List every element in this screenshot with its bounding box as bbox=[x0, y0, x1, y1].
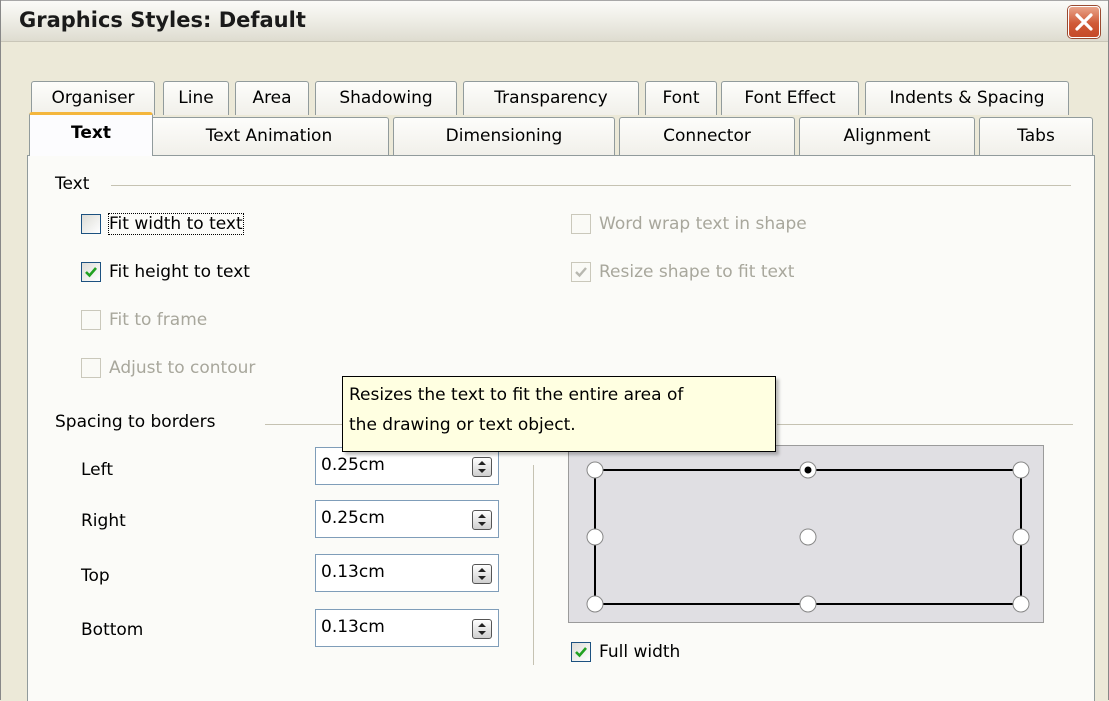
bottom-label: Bottom bbox=[81, 620, 144, 640]
tab-dimensioning[interactable]: Dimensioning bbox=[393, 117, 615, 155]
group-divider bbox=[111, 185, 1071, 186]
fit-height-checkbox[interactable]: Fit height to text bbox=[81, 259, 250, 285]
tab-label: Alignment bbox=[843, 126, 931, 146]
tab-transparency[interactable]: Transparency bbox=[463, 81, 639, 115]
spin-buttons[interactable] bbox=[472, 457, 492, 477]
check-icon bbox=[85, 267, 97, 278]
top-value: 0.13cm bbox=[321, 562, 385, 582]
right-spin-field[interactable]: 0.25cm bbox=[315, 500, 499, 538]
checkbox-box[interactable] bbox=[81, 214, 101, 234]
checkbox-box[interactable] bbox=[81, 310, 101, 330]
left-label: Left bbox=[81, 460, 113, 480]
spacing-group-label: Spacing to borders bbox=[55, 412, 216, 432]
tab-label: Connector bbox=[663, 126, 751, 146]
adjust-contour-checkbox[interactable]: Adjust to contour bbox=[81, 355, 255, 381]
left-value: 0.25cm bbox=[321, 455, 385, 475]
full-width-checkbox[interactable]: Full width bbox=[571, 639, 680, 665]
text-anchor-control[interactable] bbox=[568, 445, 1044, 623]
check-icon bbox=[575, 267, 587, 278]
vertical-separator bbox=[533, 465, 534, 665]
right-label: Right bbox=[81, 511, 126, 531]
word-wrap-label: Word wrap text in shape bbox=[599, 214, 807, 234]
tab-tabs[interactable]: Tabs bbox=[979, 117, 1093, 155]
fit-frame-checkbox[interactable]: Fit to frame bbox=[81, 307, 207, 333]
check-icon bbox=[575, 647, 587, 658]
spin-arrows-icon bbox=[478, 623, 486, 635]
spin-arrows-icon bbox=[478, 514, 486, 526]
tab-label: Area bbox=[252, 88, 292, 108]
group-divider bbox=[777, 424, 1073, 425]
tab-line[interactable]: Line bbox=[163, 81, 229, 115]
tab-label: Line bbox=[178, 88, 214, 108]
tab-label: Shadowing bbox=[339, 88, 433, 108]
anchor-diagram bbox=[586, 461, 1030, 613]
top-spin-field[interactable]: 0.13cm bbox=[315, 554, 499, 592]
dialog-window: Graphics Styles: Default Organiser Line … bbox=[0, 0, 1109, 701]
checkbox-box[interactable] bbox=[571, 642, 591, 662]
spin-buttons[interactable] bbox=[472, 619, 492, 639]
resize-shape-label: Resize shape to fit text bbox=[599, 262, 795, 282]
checkbox-box[interactable] bbox=[81, 262, 101, 282]
tab-area[interactable]: Area bbox=[235, 81, 309, 115]
tab-label: Dimensioning bbox=[445, 126, 563, 146]
tab-text[interactable]: Text bbox=[29, 112, 153, 156]
spin-buttons[interactable] bbox=[472, 510, 492, 530]
spin-arrows-icon bbox=[478, 568, 486, 580]
tab-label: Font Effect bbox=[744, 88, 836, 108]
fit-frame-label: Fit to frame bbox=[109, 310, 208, 330]
tab-connector[interactable]: Connector bbox=[619, 117, 795, 155]
word-wrap-checkbox[interactable]: Word wrap text in shape bbox=[571, 211, 807, 237]
tab-label: Text bbox=[71, 123, 111, 143]
tab-text-animation[interactable]: Text Animation bbox=[149, 117, 389, 155]
tab-indents-spacing[interactable]: Indents & Spacing bbox=[865, 81, 1069, 115]
right-value: 0.25cm bbox=[321, 508, 385, 528]
anchor-selected-dot bbox=[804, 466, 812, 474]
fit-width-label: Fit width to text bbox=[108, 213, 244, 235]
close-icon bbox=[1075, 13, 1093, 31]
checkbox-box[interactable] bbox=[571, 262, 591, 282]
checkbox-box[interactable] bbox=[571, 214, 591, 234]
title-bar[interactable]: Graphics Styles: Default bbox=[1, 0, 1108, 42]
tab-alignment[interactable]: Alignment bbox=[799, 117, 975, 155]
tooltip: Resizes the text to fit the entire area … bbox=[342, 376, 776, 452]
resize-shape-checkbox[interactable]: Resize shape to fit text bbox=[571, 259, 794, 285]
tab-shadowing[interactable]: Shadowing bbox=[315, 81, 457, 115]
tab-label: Font bbox=[662, 88, 700, 108]
close-button[interactable] bbox=[1068, 6, 1100, 38]
window-title: Graphics Styles: Default bbox=[19, 8, 306, 32]
tab-label: Tabs bbox=[1017, 126, 1055, 146]
tooltip-line-2: the drawing or text object. bbox=[349, 415, 576, 435]
adjust-contour-label: Adjust to contour bbox=[109, 358, 256, 378]
tab-organiser[interactable]: Organiser bbox=[31, 81, 155, 115]
full-width-label: Full width bbox=[599, 642, 681, 662]
tab-font-effect[interactable]: Font Effect bbox=[721, 81, 859, 115]
checkbox-box[interactable] bbox=[81, 358, 101, 378]
bottom-value: 0.13cm bbox=[321, 617, 385, 637]
bottom-spin-field[interactable]: 0.13cm bbox=[315, 609, 499, 647]
tab-label: Transparency bbox=[494, 88, 608, 108]
text-group-label: Text bbox=[55, 174, 90, 194]
left-spin-field[interactable]: 0.25cm bbox=[315, 447, 499, 485]
fit-width-checkbox[interactable]: Fit width to text bbox=[81, 211, 244, 237]
tab-label: Indents & Spacing bbox=[889, 88, 1045, 108]
tab-label: Text Animation bbox=[205, 126, 333, 146]
fit-height-label: Fit height to text bbox=[109, 262, 250, 282]
group-divider bbox=[265, 424, 343, 425]
tooltip-line-1: Resizes the text to fit the entire area … bbox=[349, 385, 684, 405]
tab-font[interactable]: Font bbox=[645, 81, 717, 115]
tab-label: Organiser bbox=[51, 88, 135, 108]
anchor-points bbox=[586, 461, 1030, 613]
spin-arrows-icon bbox=[478, 461, 486, 473]
spin-buttons[interactable] bbox=[472, 564, 492, 584]
top-label: Top bbox=[81, 566, 110, 586]
